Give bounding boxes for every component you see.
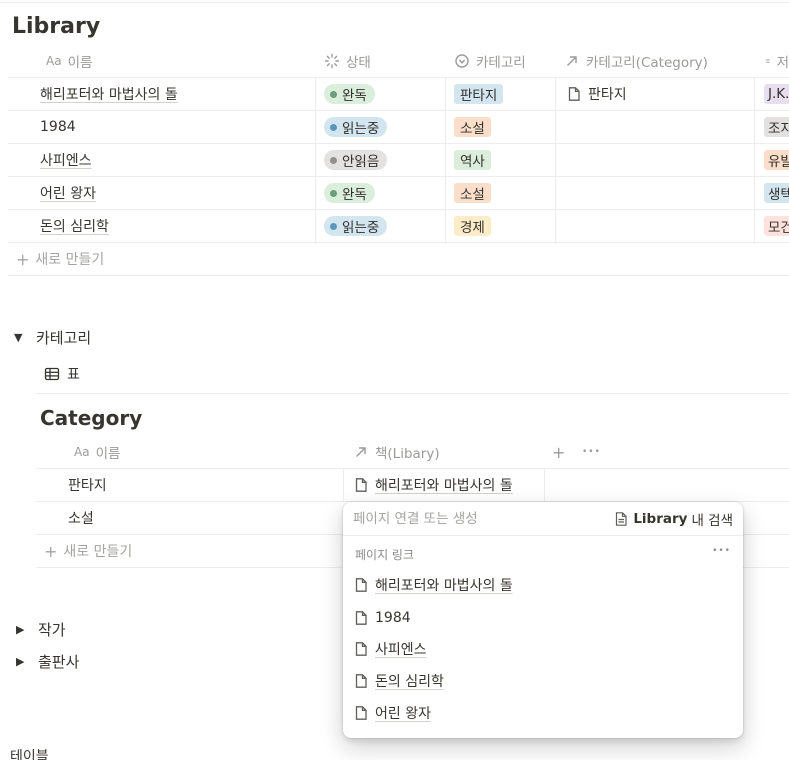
plus-icon: +	[44, 541, 58, 561]
page-icon	[355, 578, 367, 592]
page-option[interactable]: 1984	[353, 605, 411, 631]
status-badge[interactable]: 완독	[324, 84, 375, 104]
section-label: 페이지 링크	[355, 548, 415, 562]
more-icon[interactable]: •••	[712, 546, 731, 556]
status-badge[interactable]: 읽는중	[324, 117, 388, 137]
row-title[interactable]: 해리포터와 마법사의 돌	[40, 84, 178, 104]
plus-icon: +	[552, 442, 566, 462]
category-tag[interactable]: 소설	[454, 117, 491, 137]
page-option[interactable]: 해리포터와 마법사의 돌	[353, 572, 513, 598]
text-prop-icon: Aa	[46, 54, 62, 68]
new-row[interactable]: + 새로 만들기	[8, 242, 789, 276]
publisher-toggle[interactable]: ▶ 출판사	[16, 651, 79, 672]
row-title[interactable]: 사피엔스	[40, 150, 92, 170]
view-divider	[36, 393, 789, 394]
table-row[interactable]: 사피엔스 안읽음 역사 유발	[8, 143, 789, 176]
footer-text: 테이블	[10, 749, 49, 760]
table-row[interactable]: 어린 왕자 완독 소설 생텍	[8, 176, 789, 209]
column-header-books[interactable]: 책(Libary)	[353, 435, 533, 469]
author-tag[interactable]: 유발	[764, 150, 789, 170]
column-header-name[interactable]: Aa 이름	[46, 44, 316, 78]
status-dot	[330, 90, 337, 98]
books-relation-cell[interactable]: 해리포터와 마법사의 돌	[353, 469, 541, 501]
author-tag[interactable]: 생텍	[764, 183, 789, 203]
view-tab-table[interactable]: 표	[44, 364, 80, 384]
search-scope-button[interactable]: Library 내 검색	[613, 509, 733, 529]
status-dot	[330, 189, 337, 197]
status-badge[interactable]: 안읽음	[324, 150, 388, 170]
row-title[interactable]: 돈의 심리학	[40, 216, 109, 236]
category-tag[interactable]: 역사	[454, 150, 491, 170]
status-icon	[324, 53, 340, 69]
category-db-title: Category	[40, 406, 143, 430]
column-header-status[interactable]: 상태	[324, 44, 449, 78]
plus-icon: +	[16, 249, 30, 269]
page-icon	[616, 511, 627, 526]
relation-link[interactable]: 해리포터와 마법사의 돌	[375, 475, 513, 495]
category-tag[interactable]: 판타지	[454, 84, 504, 104]
page-icon	[355, 611, 367, 625]
page-title: Library	[12, 14, 101, 39]
author-tag[interactable]: 모건	[764, 216, 789, 236]
page-option[interactable]: 어린 왕자	[353, 700, 431, 726]
row-title[interactable]: 1984	[40, 119, 76, 135]
select-icon	[455, 54, 469, 68]
column-header-author[interactable]: 저	[764, 44, 789, 78]
relation-arrow-icon	[356, 447, 366, 457]
text-prop-icon: Aa	[74, 445, 90, 459]
page-icon	[355, 478, 367, 492]
list-icon	[764, 59, 770, 63]
library-table: Aa 이름 상태 카테고리 카테고리(Category) 저 해리포터와 마법사…	[8, 44, 789, 276]
popup-search-bar: Library 내 검색	[343, 502, 743, 536]
table-row[interactable]: 판타지 해리포터와 마법사의 돌	[36, 468, 789, 501]
column-header-category-relation[interactable]: 카테고리(Category)	[564, 44, 759, 78]
caret-down-icon: ▼	[14, 331, 23, 344]
status-dot	[330, 222, 337, 230]
table-icon	[44, 367, 60, 381]
more-icon: •••	[582, 447, 601, 457]
relation-picker-popup: Library 내 검색 페이지 링크 ••• 해리포터와 마법사의 돌 198…	[343, 502, 743, 738]
row-title[interactable]: 판타지	[68, 475, 107, 495]
category-toggle[interactable]: ▼ 카테고리	[14, 327, 91, 348]
caret-right-icon: ▶	[16, 623, 25, 636]
author-toggle[interactable]: ▶ 작가	[16, 619, 66, 640]
page-option[interactable]: 돈의 심리학	[353, 668, 444, 694]
relation-cell[interactable]: 판타지	[566, 78, 627, 110]
page-option[interactable]: 사피엔스	[353, 636, 427, 662]
author-tag[interactable]: 조지	[764, 117, 789, 137]
status-dot	[330, 123, 337, 131]
row-title[interactable]: 소설	[68, 508, 94, 528]
category-tag[interactable]: 소설	[454, 183, 491, 203]
status-badge[interactable]: 완독	[324, 183, 375, 203]
table-row[interactable]: 1984 읽는중 소설 조지	[8, 110, 789, 143]
table-row[interactable]: 돈의 심리학 읽는중 경제 모건	[8, 209, 789, 242]
status-dot	[330, 156, 337, 164]
column-header-name[interactable]: Aa 이름	[74, 435, 344, 469]
top-divider	[0, 2, 789, 3]
row-title[interactable]: 어린 왕자	[40, 183, 96, 203]
relation-link[interactable]: 판타지	[588, 84, 627, 104]
category-tag[interactable]: 경제	[454, 216, 491, 236]
add-property-button[interactable]: +	[552, 435, 572, 469]
more-options-button[interactable]: •••	[582, 435, 602, 469]
column-header-category[interactable]: 카테고리	[454, 44, 559, 78]
caret-right-icon: ▶	[16, 655, 25, 668]
table-row[interactable]: 해리포터와 마법사의 돌 완독 판타지 판타지 J.K.	[8, 77, 789, 110]
relation-arrow-icon	[567, 56, 577, 66]
status-badge[interactable]: 읽는중	[324, 216, 388, 236]
page-icon	[355, 706, 367, 720]
page-icon	[355, 642, 367, 656]
page-icon	[568, 87, 580, 101]
author-tag[interactable]: J.K.	[764, 84, 789, 104]
page-icon	[355, 674, 367, 688]
page-search-input[interactable]	[353, 510, 614, 527]
